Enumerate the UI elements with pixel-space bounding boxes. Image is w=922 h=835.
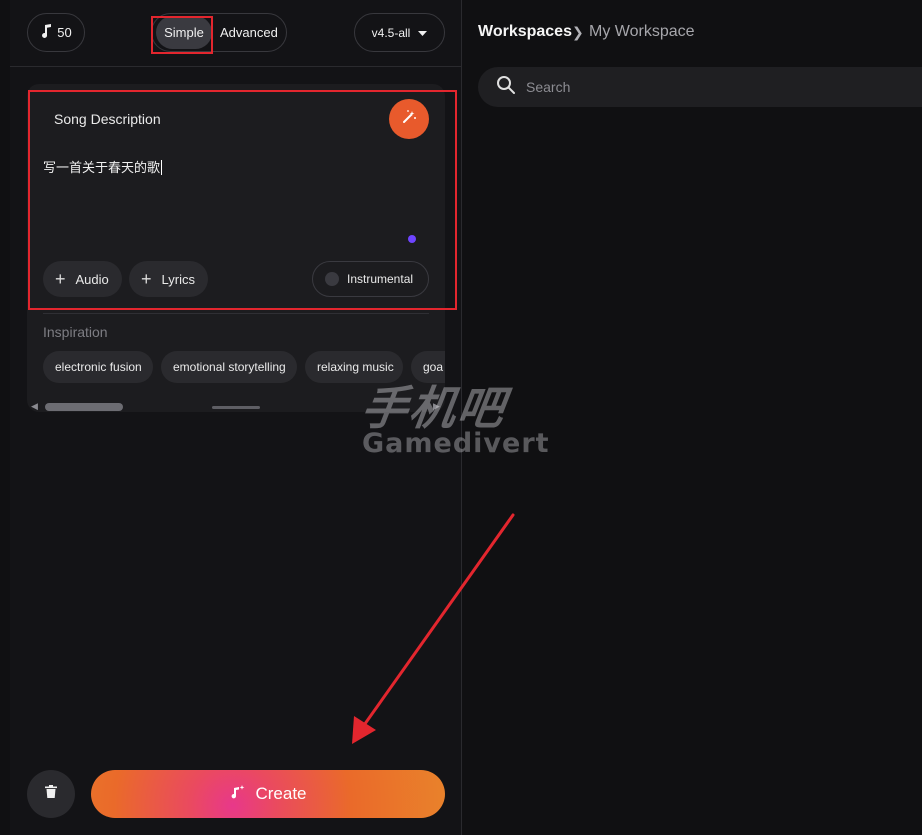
annotation-arrow [352, 513, 515, 744]
